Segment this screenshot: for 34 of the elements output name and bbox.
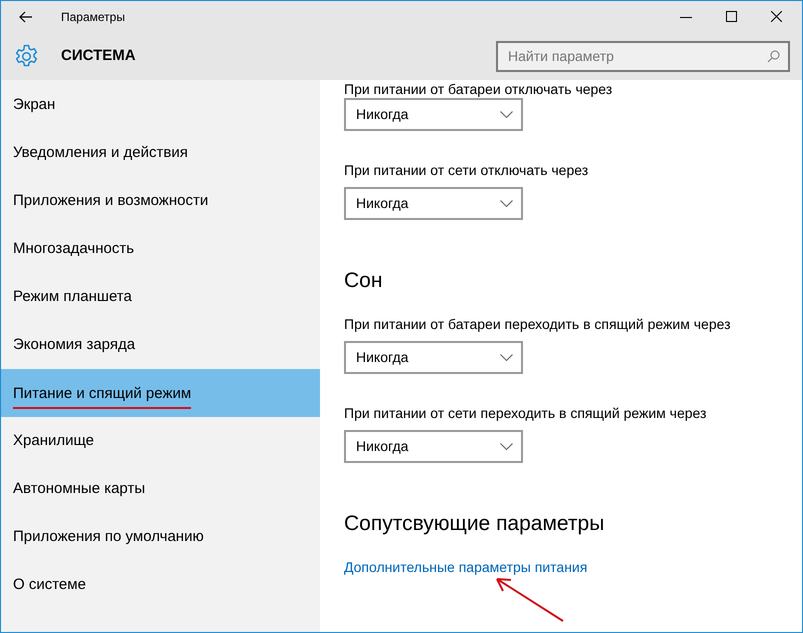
- setting-label: При питании от сети переходить в спящий режим через: [344, 404, 708, 422]
- search-field[interactable]: Найти параметр: [496, 40, 790, 72]
- section-heading: Сон: [344, 268, 384, 294]
- back-icon[interactable]: [19, 10, 33, 22]
- sidebar-item[interactable]: Режим планшета: [1, 273, 320, 321]
- sidebar-item[interactable]: Автономные карты: [1, 465, 320, 513]
- sidebar-item[interactable]: О системе: [1, 561, 320, 609]
- dropdown[interactable]: Никогда: [344, 430, 523, 463]
- dropdown[interactable]: Никогда: [344, 341, 523, 374]
- sidebar-item[interactable]: Многозадачность: [1, 225, 320, 273]
- gear-icon: [14, 44, 39, 68]
- sidebar-item[interactable]: Экран: [1, 81, 320, 129]
- close-icon[interactable]: [771, 11, 782, 22]
- page-title: СИСТЕМА: [61, 46, 136, 66]
- setting-label: При питании от батареи отключать через: [344, 80, 614, 98]
- sidebar-item[interactable]: Приложения и возможности: [1, 177, 320, 225]
- dropdown[interactable]: Никогда: [344, 187, 523, 220]
- setting-label: При питании от батареи переходить в спящий режим через: [344, 315, 732, 333]
- maximize-icon[interactable]: [726, 11, 737, 22]
- chevron-icon: [500, 200, 513, 207]
- sidebar-item[interactable]: Питание и спящий режим: [1, 369, 320, 417]
- search-icon: [767, 50, 780, 62]
- sidebar-item[interactable]: Приложения по умолчанию: [1, 513, 320, 561]
- dropdown[interactable]: Никогда: [344, 98, 523, 131]
- sidebar-item[interactable]: Уведомления и действия: [1, 129, 320, 177]
- setting-label: При питании от сети отключать через: [344, 161, 590, 179]
- sidebar-item[interactable]: Экономия заряда: [1, 321, 320, 369]
- chevron-icon: [500, 111, 513, 118]
- power-settings-link[interactable]: Дополнительные параметры питания: [344, 557, 588, 578]
- sidebar-item[interactable]: Хранилище: [1, 417, 320, 465]
- chevron-icon: [500, 443, 513, 450]
- section-heading: Сопутсвующие параметры: [344, 511, 606, 537]
- window-title: Параметры: [61, 8, 125, 26]
- chevron-icon: [500, 354, 513, 361]
